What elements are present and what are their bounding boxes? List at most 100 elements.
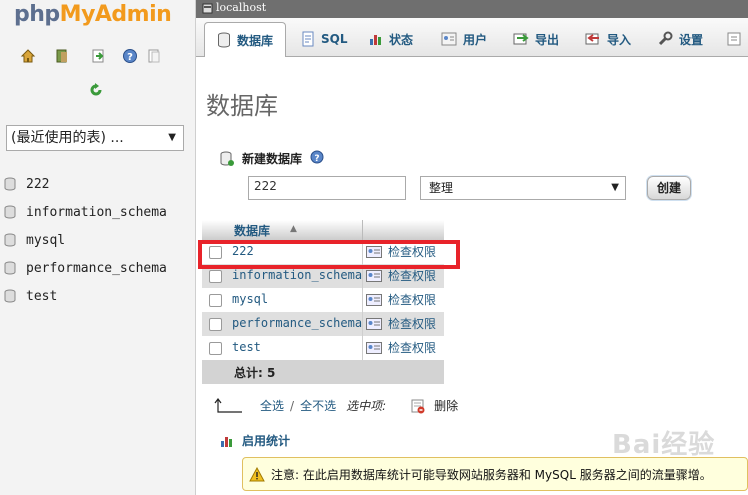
users-icon	[441, 31, 457, 47]
row-checkbox[interactable]	[209, 318, 222, 331]
navigation-panel: phpMyAdmin ? (最近使用的表) ... ▼ 222 informat…	[0, 0, 196, 495]
server-icon	[202, 3, 213, 17]
notice-text: 注意: 在此启用数据库统计可能导致网站服务器和 MySQL 服务器之间的流量骤增…	[271, 467, 712, 482]
database-icon	[4, 233, 16, 247]
import-icon	[585, 31, 601, 47]
drop-icon	[410, 398, 426, 414]
privileges-icon	[366, 341, 382, 354]
recent-tables-select[interactable]: (最近使用的表) ... ▼	[6, 125, 184, 151]
help-icon[interactable]: ?	[310, 150, 324, 167]
tab-label: 导出	[535, 32, 560, 47]
logout-icon[interactable]	[54, 48, 70, 64]
database-icon	[4, 289, 16, 303]
column-divider	[362, 220, 363, 240]
tab-more[interactable]	[726, 22, 748, 55]
tab-settings[interactable]: 设置	[656, 22, 716, 55]
tree-item-label: information_schema	[26, 204, 167, 220]
help-icon[interactable]: ?	[122, 48, 138, 64]
row-checkbox[interactable]	[209, 294, 222, 307]
tab-import[interactable]: 导入	[584, 22, 644, 55]
with-selected-bar: 全选 / 全不选 选中项: 删除	[214, 397, 458, 414]
warning-notice: 注意: 在此启用数据库统计可能导致网站服务器和 MySQL 服务器之间的流量骤增…	[242, 457, 748, 491]
check-privileges-link[interactable]: 检查权限	[366, 243, 436, 260]
privileges-icon	[366, 293, 382, 306]
recent-tables-value: (最近使用的表) ...	[11, 130, 124, 146]
tab-label: 数据库	[236, 33, 273, 48]
privileges-icon	[366, 317, 382, 330]
database-name-input[interactable]: 222	[248, 176, 406, 200]
row-checkbox[interactable]	[209, 342, 222, 355]
drop-button[interactable]: 删除	[410, 397, 458, 414]
tab-label: 导入	[607, 32, 632, 47]
server-tabs: 数据库 SQL 状态 用户 导出 导入 设置	[196, 18, 748, 57]
database-icon	[4, 261, 16, 275]
enable-statistics-link[interactable]: 启用统计	[220, 432, 290, 449]
sort-asc-icon: ▲	[290, 224, 297, 234]
tab-export[interactable]: 导出	[512, 22, 572, 55]
database-icon	[4, 205, 16, 219]
tree-item-test[interactable]: test	[0, 282, 195, 310]
phpmyadmin-logo[interactable]: phpMyAdmin	[14, 2, 172, 28]
tab-databases[interactable]: 数据库	[204, 22, 286, 57]
column-divider	[362, 240, 363, 264]
with-selected-label: 选中项:	[346, 399, 387, 413]
home-icon[interactable]	[20, 48, 36, 64]
reload-icon[interactable]	[88, 82, 104, 98]
status-icon	[369, 31, 383, 47]
database-link[interactable]: information_schema	[232, 268, 362, 282]
page-title: 数据库	[206, 92, 278, 120]
logo-php-text: php	[14, 2, 60, 27]
tree-item-label: 222	[26, 176, 50, 192]
tab-label: 状态	[389, 32, 414, 47]
create-database-heading: 新建数据库 ?	[220, 150, 324, 167]
table-row: 222 检查权限	[202, 240, 444, 264]
separator: /	[290, 398, 295, 413]
tree-item-222[interactable]: 222	[0, 170, 195, 198]
row-checkbox[interactable]	[209, 246, 222, 259]
query-window-icon[interactable]	[90, 48, 106, 64]
tree-item-performance-schema[interactable]: performance_schema	[0, 254, 195, 282]
privileges-icon	[366, 269, 382, 282]
database-link[interactable]: mysql	[232, 292, 268, 306]
logo-myadmin-text: MyAdmin	[59, 2, 172, 27]
chevron-down-icon: ▼	[611, 182, 619, 193]
database-link[interactable]: test	[232, 340, 261, 354]
tree-item-mysql[interactable]: mysql	[0, 226, 195, 254]
check-privileges-label: 检查权限	[388, 245, 437, 259]
database-table: 数据库 ▲ 222 检查权限 information_schema 检查权限 m…	[202, 220, 444, 384]
check-all-link[interactable]: 全选	[260, 397, 284, 414]
check-privileges-label: 检查权限	[388, 293, 437, 307]
tree-item-label: mysql	[26, 232, 66, 248]
check-privileges-link[interactable]: 检查权限	[366, 315, 436, 332]
database-link[interactable]: performance_schema	[232, 316, 362, 330]
tab-sql[interactable]: SQL	[300, 22, 356, 55]
breadcrumb-server[interactable]: localhost	[216, 1, 266, 14]
uncheck-all-link[interactable]: 全不选	[300, 397, 336, 414]
check-privileges-link[interactable]: 检查权限	[366, 291, 436, 308]
total-count: 总计: 5	[234, 366, 276, 380]
sql-icon	[301, 31, 315, 47]
privileges-icon	[366, 245, 382, 258]
tab-label: SQL	[321, 32, 348, 46]
server-breadcrumb: localhost	[196, 0, 748, 18]
tab-users[interactable]: 用户	[440, 22, 500, 55]
table-row: information_schema 检查权限	[202, 264, 444, 288]
docs-icon[interactable]	[146, 48, 162, 64]
check-privileges-link[interactable]: 检查权限	[366, 339, 436, 356]
column-divider	[362, 312, 363, 336]
tree-item-information-schema[interactable]: information_schema	[0, 198, 195, 226]
chevron-down-icon: ▼	[168, 132, 176, 143]
tree-item-label: performance_schema	[26, 260, 167, 276]
column-divider	[362, 288, 363, 312]
check-privileges-label: 检查权限	[388, 341, 437, 355]
create-button[interactable]: 创建	[647, 176, 691, 200]
database-column-header[interactable]: 数据库	[234, 222, 270, 239]
column-divider	[362, 264, 363, 288]
row-checkbox[interactable]	[209, 270, 222, 283]
collation-select[interactable]: 整理 ▼	[420, 176, 626, 200]
database-link[interactable]: 222	[232, 244, 254, 258]
tab-status[interactable]: 状态	[368, 22, 428, 55]
export-icon	[513, 31, 529, 47]
check-privileges-link[interactable]: 检查权限	[366, 267, 436, 284]
baidu-watermark: Bai经验	[612, 430, 716, 460]
